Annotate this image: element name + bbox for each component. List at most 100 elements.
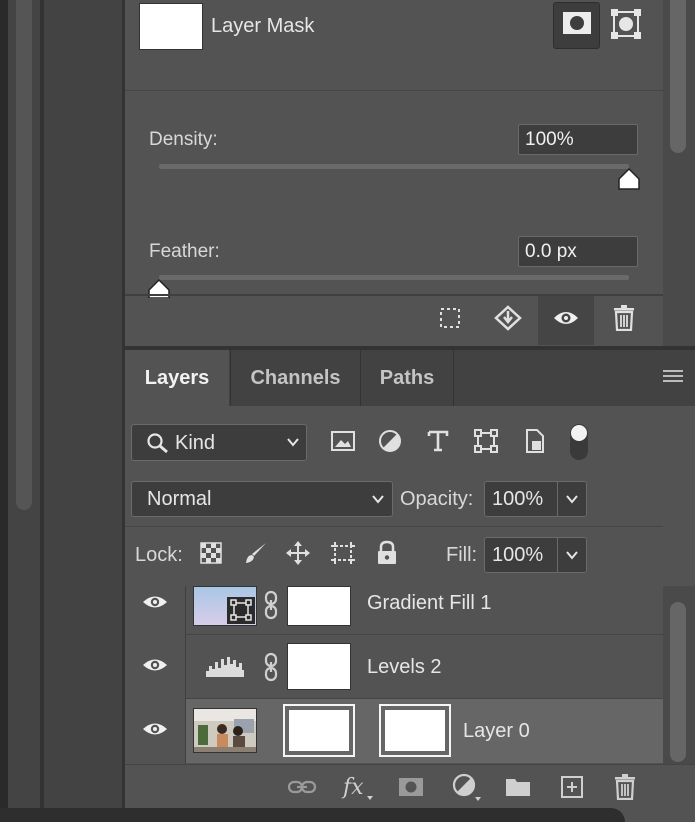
opacity-value: 100% bbox=[492, 488, 544, 510]
lock-row-separator bbox=[125, 526, 663, 527]
properties-scrollbar[interactable] bbox=[670, 0, 686, 153]
mask-thumbnail bbox=[139, 3, 203, 50]
layer-visibility-toggle[interactable] bbox=[138, 592, 172, 616]
panel-menu-button[interactable] bbox=[658, 366, 688, 390]
vector-mask-button[interactable] bbox=[606, 6, 646, 46]
lock-paint-button[interactable] bbox=[242, 541, 270, 569]
eye-icon bbox=[142, 657, 168, 678]
toggle-mask-button[interactable] bbox=[538, 296, 594, 345]
pixel-mask-button[interactable] bbox=[553, 2, 600, 49]
fill-value: 100% bbox=[492, 544, 544, 566]
feather-label: Feather: bbox=[149, 241, 220, 262]
link-icon bbox=[287, 779, 317, 800]
link-layers-button[interactable] bbox=[285, 775, 319, 803]
smart-object-filter-icon bbox=[524, 428, 546, 459]
chain-link-icon[interactable] bbox=[263, 652, 279, 687]
tool-column bbox=[44, 0, 122, 822]
new-group-button[interactable] bbox=[502, 775, 534, 803]
smart-object-filter-button[interactable] bbox=[519, 428, 551, 458]
layer-mask-thumbnail[interactable] bbox=[287, 586, 351, 626]
eye-icon bbox=[553, 309, 579, 332]
chevron-down-icon[interactable] bbox=[565, 547, 579, 568]
left-scrollbar[interactable] bbox=[16, 0, 32, 510]
lock-transparent-icon bbox=[200, 541, 222, 569]
left-dock-edge bbox=[0, 0, 8, 822]
properties-separator bbox=[125, 90, 663, 91]
image-filter-button[interactable] bbox=[327, 428, 359, 458]
add-mask-button[interactable] bbox=[395, 775, 427, 803]
density-label: Density: bbox=[149, 129, 218, 150]
field-divider bbox=[557, 537, 558, 573]
layer-name: Gradient Fill 1 bbox=[367, 592, 492, 614]
lock-position-icon bbox=[285, 540, 311, 571]
vector-mask-thumbnail bbox=[385, 710, 445, 751]
search-icon bbox=[146, 432, 170, 459]
density-field[interactable]: 100% bbox=[518, 124, 638, 155]
vector-mask-frame[interactable] bbox=[379, 704, 451, 757]
new-layer-button[interactable] bbox=[556, 774, 588, 804]
chain-link-icon[interactable] bbox=[263, 590, 279, 625]
shape-filter-button[interactable] bbox=[470, 428, 502, 458]
pixel-mask-icon bbox=[562, 11, 592, 40]
layer-name: Levels 2 bbox=[367, 656, 442, 678]
delete-icon bbox=[614, 773, 636, 805]
lock-all-button[interactable] bbox=[373, 540, 401, 571]
new-layer-icon bbox=[560, 775, 584, 804]
eye-icon bbox=[142, 721, 168, 742]
delete-layer-button[interactable] bbox=[609, 773, 641, 805]
chevron-down-icon bbox=[286, 434, 300, 455]
shape-filter-icon bbox=[474, 428, 498, 458]
density-slider-track[interactable] bbox=[159, 164, 629, 169]
chevron-down-icon[interactable] bbox=[565, 491, 579, 512]
tab-paths[interactable]: Paths bbox=[361, 350, 453, 406]
feather-field[interactable]: 0.0 px bbox=[518, 236, 638, 267]
filter-toggle-switch[interactable] bbox=[568, 422, 590, 462]
svg-text:fx: fx bbox=[341, 775, 364, 800]
layer-mask-thumbnail[interactable] bbox=[287, 643, 351, 690]
layer-visibility-toggle[interactable] bbox=[138, 719, 172, 743]
feather-slider-track[interactable] bbox=[159, 275, 629, 280]
tab-layers[interactable]: Layers bbox=[125, 350, 229, 406]
type-filter-icon bbox=[427, 429, 449, 458]
delete-mask-button[interactable] bbox=[604, 302, 644, 338]
vector-mask-icon bbox=[611, 8, 641, 44]
shape-badge-icon bbox=[227, 599, 255, 628]
fx-icon: fx bbox=[340, 772, 374, 807]
lock-position-button[interactable] bbox=[284, 540, 312, 571]
image-filter-icon bbox=[330, 430, 356, 457]
layers-scrollbar[interactable] bbox=[670, 602, 686, 762]
lock-artboard-icon bbox=[329, 540, 357, 571]
new-adjustment-icon bbox=[450, 772, 484, 807]
fill-label: Fill: bbox=[446, 544, 478, 566]
mask-type-label: Layer Mask bbox=[211, 15, 315, 37]
tab-channels[interactable]: Channels bbox=[231, 350, 360, 406]
type-filter-button[interactable] bbox=[422, 428, 454, 458]
lock-artboard-button[interactable] bbox=[328, 541, 358, 569]
adjustment-filter-icon bbox=[378, 429, 402, 458]
chevron-down-icon bbox=[371, 491, 385, 512]
apply-mask-icon bbox=[494, 304, 522, 336]
feather-slider-thumb[interactable] bbox=[147, 278, 171, 303]
density-slider-thumb[interactable] bbox=[617, 167, 641, 196]
new-adjustment-button[interactable] bbox=[449, 773, 485, 805]
layer-visibility-toggle[interactable] bbox=[138, 655, 172, 679]
filter-toggle-icon bbox=[568, 424, 590, 466]
tab-separator bbox=[453, 350, 454, 406]
opacity-label: Opacity: bbox=[400, 488, 474, 510]
layer-mask-frame[interactable] bbox=[283, 704, 355, 757]
photo-thumbnail bbox=[193, 708, 257, 753]
selection-icon bbox=[438, 306, 462, 335]
levels-adjustment-icon bbox=[205, 654, 245, 683]
lock-all-icon bbox=[376, 540, 398, 571]
trash-icon bbox=[613, 304, 635, 336]
add-mask-icon bbox=[398, 777, 424, 802]
apply-mask-button[interactable] bbox=[488, 302, 528, 338]
layer-name: Layer 0 bbox=[463, 720, 530, 742]
blend-mode-value: Normal bbox=[147, 488, 212, 510]
layers-footer-divider bbox=[125, 764, 695, 765]
adjustment-filter-button[interactable] bbox=[374, 428, 406, 458]
load-selection-button[interactable] bbox=[430, 302, 470, 338]
layer-style-button[interactable]: fx bbox=[339, 773, 375, 805]
field-divider bbox=[557, 481, 558, 517]
lock-transparent-button[interactable] bbox=[197, 541, 225, 569]
